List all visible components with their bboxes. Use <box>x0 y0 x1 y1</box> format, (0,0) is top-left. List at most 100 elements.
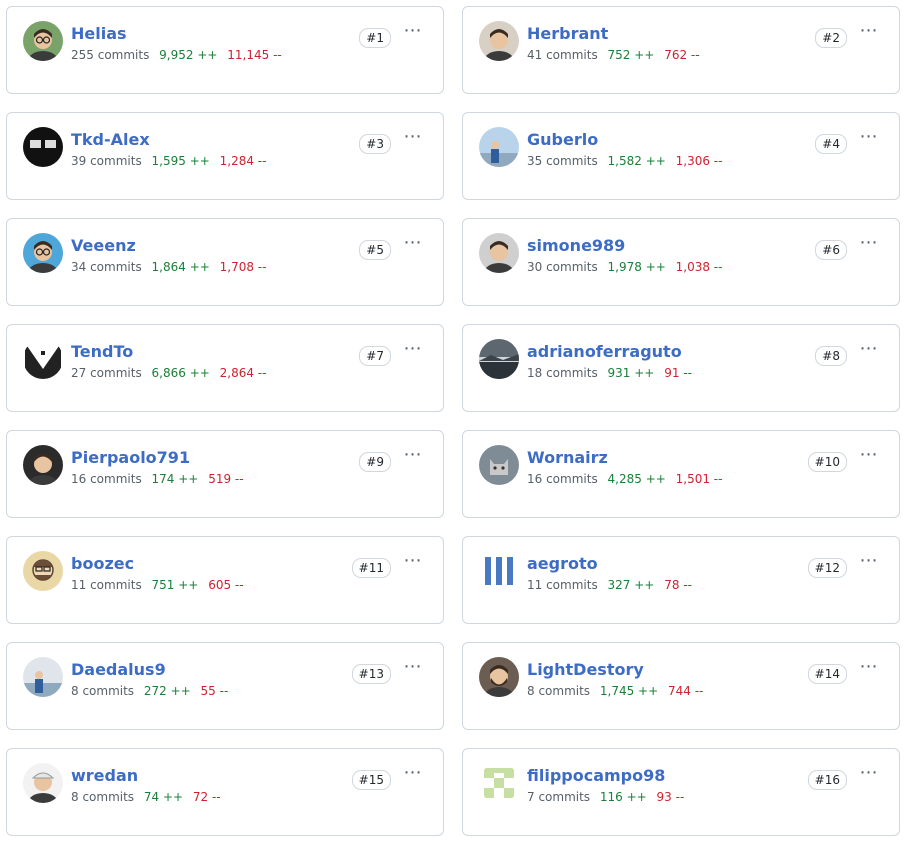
contributor-stats: 39 commits 1,595 ++ 1,284 -- <box>71 153 266 169</box>
kebab-menu-icon[interactable]: ⋯ <box>857 340 879 361</box>
rank-badge: #10 <box>807 452 847 472</box>
contributor-card: Tkd-Alex 39 commits 1,595 ++ 1,284 -- #3… <box>6 112 444 200</box>
avatar[interactable] <box>23 21 63 61</box>
commit-count: 18 commits <box>527 366 598 380</box>
contributor-card: Pierpaolo791 16 commits 174 ++ 519 -- #9… <box>6 430 444 518</box>
kebab-menu-icon[interactable]: ⋯ <box>857 658 879 679</box>
contributor-name-link[interactable]: TendTo <box>71 342 133 362</box>
kebab-menu-icon[interactable]: ⋯ <box>401 128 423 149</box>
contributor-card: Daedalus9 8 commits 272 ++ 55 -- #13 ⋯ <box>6 642 444 730</box>
contributor-name-link[interactable]: Helias <box>71 24 127 44</box>
additions-count: 272 ++ <box>143 684 191 698</box>
kebab-menu-icon[interactable]: ⋯ <box>857 446 879 467</box>
commit-count: 16 commits <box>71 472 142 486</box>
deletions-count: 762 -- <box>664 48 700 62</box>
contributor-name-link[interactable]: Guberlo <box>527 130 598 150</box>
contributor-name-link[interactable]: simone989 <box>527 236 625 256</box>
avatar[interactable] <box>479 21 519 61</box>
contributor-name-link[interactable]: wredan <box>71 766 138 786</box>
kebab-menu-icon[interactable]: ⋯ <box>401 446 423 467</box>
avatar[interactable] <box>479 339 519 379</box>
contributor-name-link[interactable]: Daedalus9 <box>71 660 166 680</box>
contributor-name-link[interactable]: Pierpaolo791 <box>71 448 190 468</box>
contributor-stats: 11 commits 327 ++ 78 -- <box>527 577 692 593</box>
kebab-menu-icon[interactable]: ⋯ <box>401 658 423 679</box>
rank-badge: #8 <box>815 346 847 366</box>
kebab-menu-icon[interactable]: ⋯ <box>401 552 423 573</box>
contributor-stats: 16 commits 4,285 ++ 1,501 -- <box>527 471 722 487</box>
contributor-name-link[interactable]: Herbrant <box>527 24 608 44</box>
additions-count: 1,864 ++ <box>151 260 210 274</box>
rank-badge: #11 <box>351 558 391 578</box>
deletions-count: 1,038 -- <box>675 260 723 274</box>
additions-count: 752 ++ <box>607 48 655 62</box>
contributor-card: Guberlo 35 commits 1,582 ++ 1,306 -- #4 … <box>462 112 900 200</box>
kebab-menu-icon[interactable]: ⋯ <box>857 764 879 785</box>
commit-count: 30 commits <box>527 260 598 274</box>
rank-badge: #16 <box>807 770 847 790</box>
contributors-grid: Helias 255 commits 9,952 ++ 11,145 -- #1… <box>0 0 916 850</box>
commit-count: 7 commits <box>527 790 591 804</box>
contributor-name-link[interactable]: filippocampo98 <box>527 766 665 786</box>
avatar[interactable] <box>23 127 63 167</box>
additions-count: 116 ++ <box>599 790 647 804</box>
kebab-menu-icon[interactable]: ⋯ <box>857 552 879 573</box>
avatar[interactable] <box>479 551 519 591</box>
deletions-count: 1,306 -- <box>675 154 723 168</box>
avatar[interactable] <box>479 445 519 485</box>
contributor-card: TendTo 27 commits 6,866 ++ 2,864 -- #7 ⋯ <box>6 324 444 412</box>
rank-badge: #4 <box>815 134 847 154</box>
contributor-stats: 255 commits 9,952 ++ 11,145 -- <box>71 47 282 63</box>
contributor-name-link[interactable]: adrianoferraguto <box>527 342 682 362</box>
deletions-count: 91 -- <box>664 366 692 380</box>
kebab-menu-icon[interactable]: ⋯ <box>857 128 879 149</box>
contributor-card: adrianoferraguto 18 commits 931 ++ 91 --… <box>462 324 900 412</box>
commit-count: 8 commits <box>527 684 591 698</box>
contributor-name-link[interactable]: Wornairz <box>527 448 608 468</box>
kebab-menu-icon[interactable]: ⋯ <box>401 764 423 785</box>
additions-count: 174 ++ <box>151 472 199 486</box>
contributor-stats: 34 commits 1,864 ++ 1,708 -- <box>71 259 266 275</box>
contributor-stats: 11 commits 751 ++ 605 -- <box>71 577 244 593</box>
contributor-stats: 16 commits 174 ++ 519 -- <box>71 471 244 487</box>
commit-count: 41 commits <box>527 48 598 62</box>
deletions-count: 2,864 -- <box>219 366 267 380</box>
additions-count: 74 ++ <box>143 790 184 804</box>
avatar[interactable] <box>479 233 519 273</box>
rank-badge: #5 <box>359 240 391 260</box>
avatar[interactable] <box>23 763 63 803</box>
contributor-stats: 41 commits 752 ++ 762 -- <box>527 47 700 63</box>
avatar[interactable] <box>479 127 519 167</box>
contributor-card: wredan 8 commits 74 ++ 72 -- #15 ⋯ <box>6 748 444 836</box>
rank-badge: #7 <box>359 346 391 366</box>
additions-count: 1,978 ++ <box>607 260 666 274</box>
contributor-stats: 18 commits 931 ++ 91 -- <box>527 365 692 381</box>
contributor-stats: 30 commits 1,978 ++ 1,038 -- <box>527 259 722 275</box>
contributor-name-link[interactable]: boozec <box>71 554 134 574</box>
avatar[interactable] <box>479 657 519 697</box>
rank-badge: #6 <box>815 240 847 260</box>
kebab-menu-icon[interactable]: ⋯ <box>857 234 879 255</box>
avatar[interactable] <box>23 657 63 697</box>
additions-count: 6,866 ++ <box>151 366 210 380</box>
contributor-name-link[interactable]: Tkd-Alex <box>71 130 150 150</box>
rank-badge: #2 <box>815 28 847 48</box>
additions-count: 4,285 ++ <box>607 472 666 486</box>
kebab-menu-icon[interactable]: ⋯ <box>401 234 423 255</box>
kebab-menu-icon[interactable]: ⋯ <box>857 22 879 43</box>
contributor-card: simone989 30 commits 1,978 ++ 1,038 -- #… <box>462 218 900 306</box>
avatar[interactable] <box>23 233 63 273</box>
contributor-name-link[interactable]: aegroto <box>527 554 598 574</box>
kebab-menu-icon[interactable]: ⋯ <box>401 22 423 43</box>
kebab-menu-icon[interactable]: ⋯ <box>401 340 423 361</box>
contributor-name-link[interactable]: LightDestory <box>527 660 644 680</box>
avatar[interactable] <box>23 551 63 591</box>
deletions-count: 519 -- <box>208 472 244 486</box>
contributor-name-link[interactable]: Veeenz <box>71 236 136 256</box>
avatar[interactable] <box>23 339 63 379</box>
avatar[interactable] <box>479 763 519 803</box>
contributor-stats: 35 commits 1,582 ++ 1,306 -- <box>527 153 722 169</box>
avatar[interactable] <box>23 445 63 485</box>
commit-count: 35 commits <box>527 154 598 168</box>
rank-badge: #1 <box>359 28 391 48</box>
